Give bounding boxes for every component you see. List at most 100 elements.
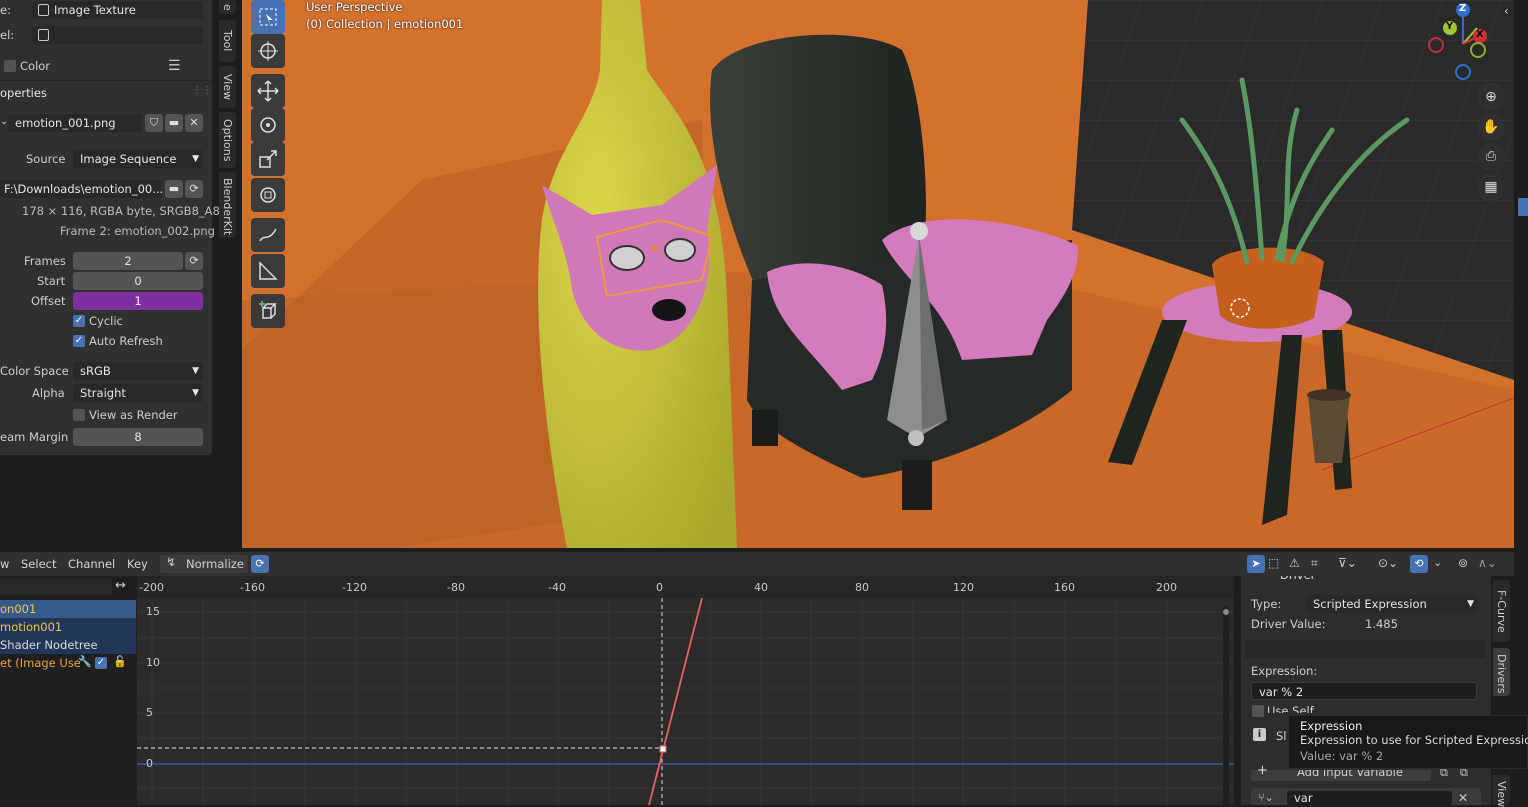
zoom-icon[interactable]: ⊕	[1477, 83, 1505, 111]
tooltip-value: Value: var % 2	[1300, 749, 1384, 763]
menu-select[interactable]: Select	[21, 557, 56, 571]
frames-field[interactable]: 2	[73, 252, 183, 270]
channel-item-material[interactable]: motion001	[0, 618, 136, 636]
view-as-render-label: View as Render	[89, 408, 178, 422]
var-name-input[interactable]: var	[1287, 791, 1452, 805]
expression-label: Expression:	[1251, 664, 1318, 678]
use-self-checkbox[interactable]	[1252, 705, 1264, 717]
node-label-label: el:	[0, 28, 15, 42]
channel-enable-checkbox[interactable]: ✓	[95, 657, 107, 669]
snap-icon[interactable]: ⟲	[1410, 555, 1428, 573]
tab-blenderkit[interactable]: BlenderKit	[219, 172, 236, 238]
pivot-icon[interactable]: ⊙⌄	[1378, 556, 1398, 570]
start-field[interactable]: 0	[73, 272, 203, 290]
channel-search[interactable]	[0, 579, 112, 595]
move-tool[interactable]	[251, 74, 285, 108]
view-as-render-checkbox[interactable]	[73, 409, 85, 421]
node-label-field[interactable]	[32, 26, 203, 44]
fake-user-shield-icon[interactable]: ⛉	[145, 114, 163, 132]
driver-type-dropdown[interactable]: Scripted Expression ▼	[1306, 595, 1478, 613]
swap-icon[interactable]: ↔	[115, 578, 126, 593]
scale-tool[interactable]	[251, 142, 285, 176]
properties-section-title[interactable]: operties	[0, 86, 47, 100]
warning-icon[interactable]: ⚠	[1289, 556, 1300, 570]
proportional-icon[interactable]: ⊚	[1458, 556, 1468, 570]
tab-top[interactable]: e	[219, 0, 236, 14]
tab-drivers[interactable]: Drivers	[1493, 648, 1510, 696]
color-space-dropdown[interactable]: sRGB ▼	[73, 362, 203, 380]
image-name-field[interactable]: emotion_001.png	[8, 114, 142, 132]
snap-chevron-icon[interactable]: ⌄	[1433, 556, 1442, 569]
alpha-value: Straight	[80, 386, 126, 400]
reload-icon[interactable]: ⟳	[185, 180, 203, 198]
add-cube-tool[interactable]	[251, 294, 285, 328]
channel-item-nodetree[interactable]: Shader Nodetree	[0, 636, 136, 654]
gizmo-z-label: Z	[1459, 3, 1467, 14]
tab-view-graph[interactable]: View	[1493, 775, 1510, 807]
source-label: Source	[26, 152, 66, 166]
x-tick: -80	[447, 581, 465, 594]
unlink-close-icon[interactable]: ✕	[185, 114, 203, 132]
collapse-arrow-icon[interactable]: ‹	[1504, 4, 1509, 18]
wrench-icon[interactable]: 🔧	[78, 655, 92, 668]
lock-icon[interactable]: 🔓	[113, 655, 127, 668]
node-type-label: e:	[0, 3, 11, 17]
navigation-gizmo[interactable]: Z Y X	[1422, 0, 1492, 82]
viewport[interactable]: User Perspective (0) Collection | emotio…	[242, 0, 1514, 548]
curve-edit-icon[interactable]: ⌗	[1311, 556, 1318, 571]
auto-refresh-checkbox[interactable]: ✓	[73, 335, 85, 347]
menu-view[interactable]: w	[0, 557, 9, 571]
cursor-tool[interactable]	[251, 34, 285, 68]
filter-icon[interactable]: ⊽⌄	[1338, 556, 1357, 570]
select-box-tool[interactable]	[251, 0, 285, 34]
camera-icon[interactable]: ⎙	[1477, 143, 1505, 171]
chevron-down-icon: ▼	[1467, 599, 1474, 609]
keyframe-marker[interactable]	[659, 745, 667, 753]
filepath-folder-icon[interactable]: ▬	[165, 180, 183, 198]
driver-type-value: Scripted Expression	[1313, 597, 1427, 611]
source-dropdown[interactable]: Image Sequence ▼	[73, 150, 203, 168]
drag-handle-icon[interactable]: ⋮⋮	[192, 85, 212, 96]
offset-field[interactable]: 1	[73, 292, 203, 310]
select-tool-icon[interactable]: ➤	[1247, 555, 1265, 573]
filepath-field[interactable]: F:\Downloads\emotion_00...	[0, 180, 162, 198]
perspective-grid-icon[interactable]: ▦	[1477, 173, 1505, 201]
alpha-dropdown[interactable]: Straight ▼	[73, 384, 203, 402]
box-select-icon[interactable]: ⬚	[1268, 556, 1279, 570]
annotate-tool[interactable]	[251, 218, 285, 252]
normalize-icon: ↯	[166, 555, 177, 569]
open-folder-icon[interactable]: ▬	[165, 114, 183, 132]
tab-options[interactable]: Options	[219, 112, 236, 168]
viewport-scene	[242, 0, 1514, 548]
cyclic-checkbox[interactable]: ✓	[73, 315, 85, 327]
x-tick: 80	[855, 581, 869, 594]
rotate-tool[interactable]	[251, 108, 285, 142]
tab-f-curve[interactable]: F-Curve	[1493, 580, 1510, 642]
f-curve[interactable]	[648, 597, 703, 805]
measure-tool[interactable]	[251, 254, 285, 288]
tab-view[interactable]: View	[219, 66, 236, 108]
var-type-icon[interactable]: ⑂⌄	[1258, 791, 1274, 804]
expression-tooltip: Expression Expression to use for Scripte…	[1288, 715, 1528, 769]
auto-normalize-icon[interactable]: ⟳	[251, 555, 269, 573]
channel-item-object[interactable]: on001	[0, 600, 136, 618]
viewport-perspective-label: User Perspective	[306, 0, 403, 14]
tooltip-title: Expression	[1300, 719, 1363, 733]
driver-type-label: Type:	[1251, 597, 1282, 611]
node-type-field[interactable]: Image Texture	[32, 1, 203, 19]
falloff-icon[interactable]: ∧⌄	[1478, 556, 1497, 570]
remove-var-close-icon[interactable]: ✕	[1458, 791, 1468, 805]
divider	[0, 80, 212, 81]
menu-key[interactable]: Key	[127, 557, 148, 571]
graph-area[interactable]	[137, 576, 1234, 805]
color-checkbox[interactable]	[4, 60, 16, 72]
transform-tool[interactable]	[251, 178, 285, 212]
channel-item-driver[interactable]: et (Image Use	[0, 654, 80, 672]
tab-tool[interactable]: Tool	[219, 20, 236, 62]
pan-hand-icon[interactable]: ✋	[1477, 113, 1505, 141]
expression-input[interactable]: var % 2	[1251, 682, 1477, 700]
seam-margin-field[interactable]: 8	[73, 428, 203, 446]
list-icon[interactable]: ☰	[168, 58, 181, 74]
match-movie-length-icon[interactable]: ⟳	[185, 252, 203, 270]
menu-channel[interactable]: Channel	[68, 557, 115, 571]
